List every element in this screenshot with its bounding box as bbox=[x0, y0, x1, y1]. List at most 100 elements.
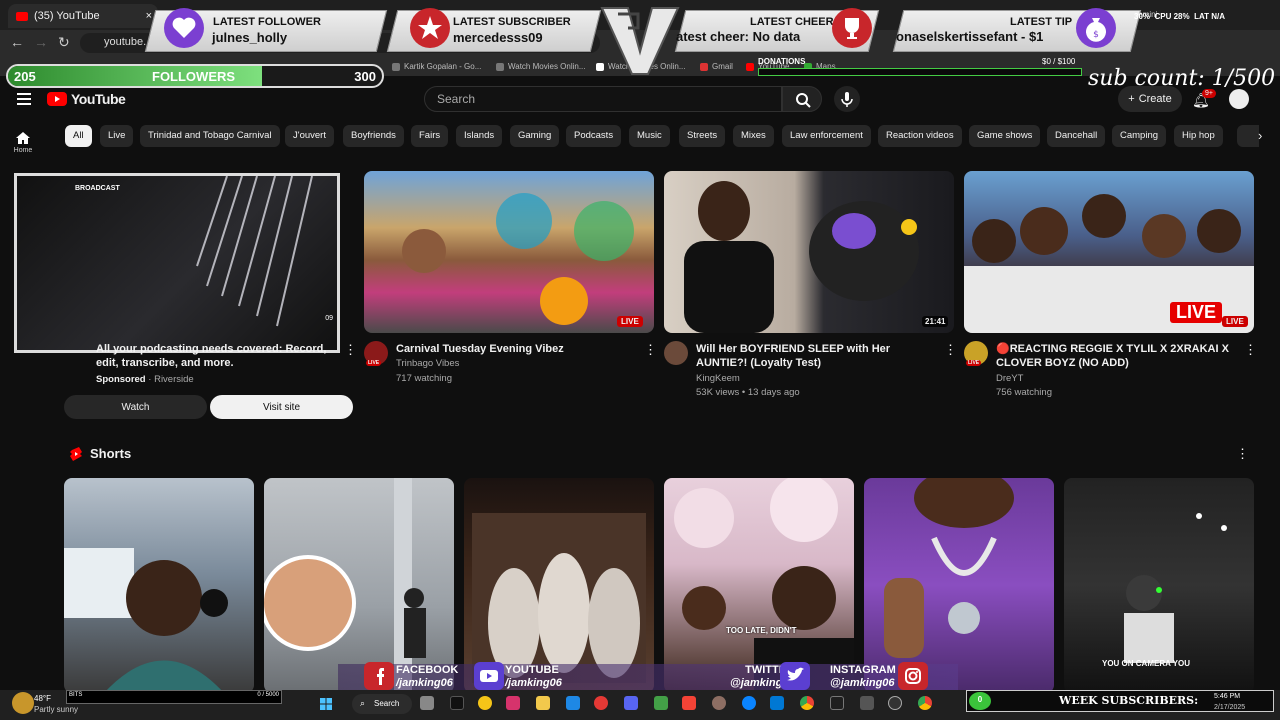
app-icon[interactable] bbox=[654, 696, 668, 710]
menu-icon[interactable] bbox=[17, 93, 31, 105]
create-button[interactable]: + Create bbox=[1118, 86, 1182, 112]
video-channel[interactable]: DreYT bbox=[996, 372, 1023, 386]
week-subscribers-label: WEEK SUBSCRIBERS: bbox=[1059, 694, 1199, 707]
chip-boyfriends[interactable]: Boyfriends bbox=[343, 125, 404, 147]
video-meta: 756 watching bbox=[996, 387, 1052, 398]
chrome-icon[interactable] bbox=[918, 696, 932, 710]
chip-game-shows[interactable]: Game shows bbox=[969, 125, 1041, 147]
windows-start-icon[interactable] bbox=[320, 697, 332, 710]
chip-music[interactable]: Music bbox=[629, 125, 670, 147]
chip-law-enforcement[interactable]: Law enforcement bbox=[782, 125, 871, 147]
short-scene bbox=[64, 548, 228, 693]
chip-islands[interactable]: Islands bbox=[456, 125, 503, 147]
short-thumbnail[interactable] bbox=[464, 478, 654, 693]
tiktok-icon[interactable] bbox=[450, 696, 464, 710]
plus-icon: + bbox=[1128, 93, 1135, 105]
video-thumbnail[interactable] bbox=[664, 171, 954, 333]
clock-date[interactable]: 2/17/2025 bbox=[1214, 704, 1245, 711]
bits-label: BITS bbox=[69, 692, 83, 698]
chip-fairs[interactable]: Fairs bbox=[411, 125, 449, 147]
ad-title[interactable]: All your podcasting needs covered: Recor… bbox=[96, 342, 336, 370]
thumbnail-live-badge: LIVE bbox=[1170, 302, 1223, 323]
bookmark-item[interactable]: Kartik Gopalan - Go... bbox=[392, 62, 481, 71]
chip-jouvert[interactable]: J'ouvert bbox=[285, 125, 334, 147]
watch-button[interactable]: Watch bbox=[64, 395, 207, 419]
bookmark-item[interactable]: Gmail bbox=[700, 62, 733, 71]
task-view-icon[interactable] bbox=[420, 696, 434, 710]
video-title[interactable]: 🔴REACTING REGGIE X TYLIL X 2XRAKAI X CLO… bbox=[996, 342, 1236, 370]
browser-tab[interactable]: (35) YouTube × bbox=[8, 4, 158, 28]
mic-button[interactable] bbox=[834, 86, 860, 112]
video-channel[interactable]: KingKeem bbox=[696, 372, 740, 386]
chip-live[interactable]: Live bbox=[100, 125, 134, 147]
back-icon[interactable]: ← bbox=[10, 34, 24, 50]
chrome-icon[interactable] bbox=[800, 696, 814, 710]
app-icon[interactable] bbox=[594, 696, 608, 710]
chip-streets[interactable]: Streets bbox=[679, 125, 726, 147]
clock-time[interactable]: 5:46 PM bbox=[1214, 693, 1240, 700]
bits-bar: BITS 0 / 5000 bbox=[66, 690, 282, 704]
short-thumbnail[interactable] bbox=[64, 478, 254, 693]
shorts-more-icon[interactable]: ⋮ bbox=[1236, 446, 1249, 462]
app-icon[interactable] bbox=[478, 696, 492, 710]
sub-count: sub count: 1/500 bbox=[1088, 66, 1276, 91]
obs-icon[interactable] bbox=[888, 696, 902, 710]
facebook-icon bbox=[364, 662, 394, 690]
forward-icon[interactable]: → bbox=[34, 34, 48, 50]
short-thumbnail[interactable] bbox=[864, 478, 1054, 693]
chip-carnival[interactable]: Trinidad and Tobago Carnival bbox=[140, 125, 280, 147]
latest-subscriber-label: LATEST SUBSCRIBER bbox=[453, 16, 571, 28]
chip-mixes[interactable]: Mixes bbox=[733, 125, 774, 147]
chip-camping[interactable]: Camping bbox=[1112, 125, 1167, 147]
app-icon[interactable] bbox=[682, 696, 696, 710]
reload-icon[interactable]: ↻ bbox=[58, 34, 70, 51]
video-more-icon[interactable]: ⋮ bbox=[1244, 342, 1257, 358]
search-input[interactable]: Search bbox=[424, 86, 782, 112]
search-icon: ⌕ bbox=[360, 698, 366, 708]
video-title[interactable]: Carnival Tuesday Evening Vibez bbox=[396, 342, 636, 356]
chip-podcasts[interactable]: Podcasts bbox=[566, 125, 622, 147]
short-thumbnail[interactable] bbox=[664, 478, 854, 693]
weather-icon[interactable] bbox=[12, 692, 34, 714]
discord-icon[interactable] bbox=[624, 696, 638, 710]
chip-hip-hop[interactable]: Hip hop bbox=[1174, 125, 1223, 147]
followers-target: 300 bbox=[354, 69, 376, 84]
short-thumbnail[interactable] bbox=[264, 478, 454, 693]
video-title[interactable]: Will Her BOYFRIEND SLEEP with Her AUNTIE… bbox=[696, 342, 936, 370]
youtube-logo[interactable]: YouTube bbox=[47, 91, 126, 107]
weather-temp[interactable]: 48°F bbox=[34, 694, 51, 703]
app-icon[interactable] bbox=[830, 696, 844, 710]
shorts-title: Shorts bbox=[90, 446, 132, 461]
file-explorer-icon[interactable] bbox=[536, 696, 550, 710]
search-button[interactable] bbox=[782, 86, 822, 112]
week-subscribers-count: 0 bbox=[969, 692, 991, 710]
visit-site-button[interactable]: Visit site bbox=[210, 395, 353, 419]
chip-gaming[interactable]: Gaming bbox=[510, 125, 560, 147]
chip-all[interactable]: All bbox=[65, 125, 92, 147]
ad-more-icon[interactable]: ⋮ bbox=[344, 342, 357, 358]
video-thumbnail[interactable] bbox=[364, 171, 654, 333]
weather-desc[interactable]: Partly sunny bbox=[34, 705, 78, 714]
video-more-icon[interactable]: ⋮ bbox=[644, 342, 657, 358]
stats-readout: 30% CPU 28% LAT N/A bbox=[1134, 12, 1226, 21]
tab-close-icon[interactable]: × bbox=[146, 10, 152, 22]
app-icon[interactable] bbox=[566, 696, 580, 710]
avatar[interactable] bbox=[664, 341, 688, 365]
latest-tip-label: LATEST TIP bbox=[1010, 16, 1073, 28]
video-channel[interactable]: Trinbago Vibes bbox=[396, 357, 459, 371]
video-more-icon[interactable]: ⋮ bbox=[944, 342, 957, 358]
bookmark-item[interactable]: Watch Movies Onlin... bbox=[496, 62, 586, 71]
avatar[interactable] bbox=[1229, 89, 1249, 109]
instagram-taskbar-icon[interactable] bbox=[506, 696, 520, 710]
bits-value: 0 / 5000 bbox=[257, 692, 279, 698]
search-icon bbox=[796, 93, 811, 108]
app-icon[interactable] bbox=[712, 696, 726, 710]
chip-reaction-videos[interactable]: Reaction videos bbox=[878, 125, 962, 147]
app-icon[interactable] bbox=[860, 696, 874, 710]
outlook-icon[interactable] bbox=[770, 696, 784, 710]
edge-icon[interactable] bbox=[742, 696, 756, 710]
chip-dancehall[interactable]: Dancehall bbox=[1047, 125, 1106, 147]
sidebar-item-home[interactable]: Home bbox=[3, 131, 43, 154]
followers-current: 205 bbox=[14, 69, 36, 84]
chevron-right-icon[interactable]: › bbox=[1258, 128, 1262, 143]
